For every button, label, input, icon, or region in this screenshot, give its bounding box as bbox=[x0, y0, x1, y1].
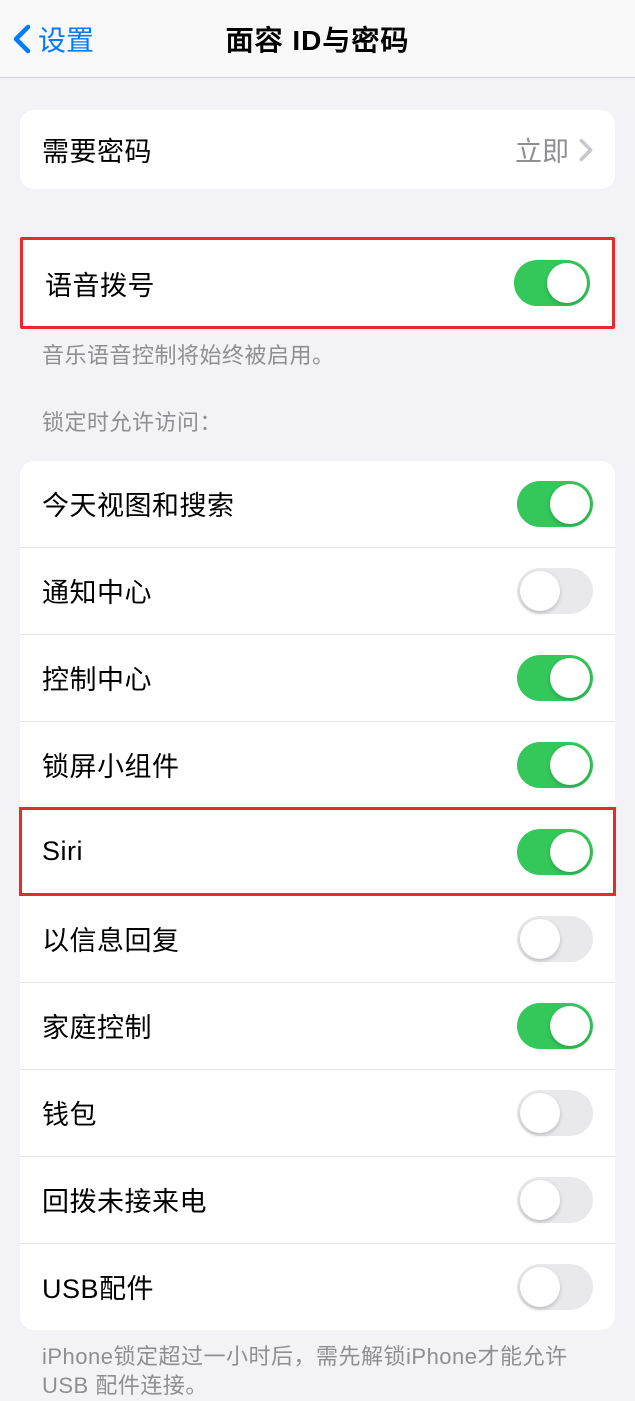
locked-access-label: 家庭控制 bbox=[42, 1006, 152, 1045]
locked-access-row: 钱包 bbox=[20, 1069, 615, 1156]
locked-access-label: 钱包 bbox=[42, 1093, 97, 1132]
require-passcode-label: 需要密码 bbox=[42, 130, 152, 169]
locked-access-footer: iPhone锁定超过一小时后，需先解锁iPhone才能允许USB 配件连接。 bbox=[20, 1330, 615, 1401]
locked-access-toggle[interactable] bbox=[517, 481, 593, 527]
voice-dial-toggle[interactable] bbox=[514, 260, 590, 306]
locked-access-section: 今天视图和搜索通知中心控制中心锁屏小组件 Siri 以信息回复家庭控制钱包回拨未接来… bbox=[20, 461, 615, 1330]
locked-access-label: 以信息回复 bbox=[42, 919, 180, 958]
locked-access-label: 今天视图和搜索 bbox=[42, 484, 235, 523]
toggle-knob bbox=[550, 832, 590, 872]
locked-access-label: 锁屏小组件 bbox=[42, 745, 180, 784]
locked-access-toggle[interactable] bbox=[517, 742, 593, 788]
toggle-knob bbox=[550, 745, 590, 785]
locked-access-row: 通知中心 bbox=[20, 547, 615, 634]
locked-access-row: Siri bbox=[20, 808, 615, 895]
voice-dial-section: 语音拨号 bbox=[20, 237, 615, 329]
locked-access-toggle[interactable] bbox=[517, 1264, 593, 1310]
locked-access-toggle[interactable] bbox=[517, 1003, 593, 1049]
locked-access-row: 控制中心 bbox=[20, 634, 615, 721]
toggle-knob bbox=[550, 658, 590, 698]
locked-access-label: 回拨未接来电 bbox=[42, 1180, 207, 1219]
locked-access-toggle[interactable] bbox=[517, 1090, 593, 1136]
require-passcode-value: 立即 bbox=[515, 130, 569, 169]
require-passcode-row[interactable]: 需要密码 立即 bbox=[20, 110, 615, 189]
locked-access-row: 以信息回复 bbox=[20, 895, 615, 982]
toggle-knob bbox=[547, 263, 587, 303]
page-title: 面容 ID与密码 bbox=[226, 19, 410, 59]
locked-access-label: Siri bbox=[42, 836, 83, 867]
locked-access-toggle[interactable] bbox=[517, 916, 593, 962]
toggle-knob bbox=[520, 1267, 560, 1307]
toggle-knob bbox=[550, 484, 590, 524]
voice-dial-footer: 音乐语音控制将始终被启用。 bbox=[20, 329, 615, 371]
locked-access-row: 回拨未接来电 bbox=[20, 1156, 615, 1243]
toggle-knob bbox=[520, 1180, 560, 1220]
toggle-knob bbox=[520, 1093, 560, 1133]
locked-access-header: 锁定时允许访问： bbox=[20, 405, 615, 445]
back-label: 设置 bbox=[38, 19, 94, 59]
locked-access-row: 锁屏小组件 bbox=[20, 721, 615, 808]
voice-dial-row: 语音拨号 bbox=[23, 240, 612, 326]
locked-access-label: USB配件 bbox=[42, 1267, 154, 1306]
locked-access-toggle[interactable] bbox=[517, 568, 593, 614]
back-button[interactable]: 设置 bbox=[12, 19, 94, 59]
locked-access-toggle[interactable] bbox=[517, 655, 593, 701]
toggle-knob bbox=[520, 919, 560, 959]
toggle-knob bbox=[550, 1006, 590, 1046]
chevron-right-icon bbox=[579, 138, 593, 162]
toggle-knob bbox=[520, 571, 560, 611]
locked-access-row: 家庭控制 bbox=[20, 982, 615, 1069]
locked-access-row: 今天视图和搜索 bbox=[20, 461, 615, 547]
locked-access-toggle[interactable] bbox=[517, 829, 593, 875]
locked-access-row: USB配件 bbox=[20, 1243, 615, 1330]
locked-access-label: 控制中心 bbox=[42, 658, 152, 697]
locked-access-toggle[interactable] bbox=[517, 1177, 593, 1223]
require-passcode-value-wrap: 立即 bbox=[515, 130, 593, 169]
voice-dial-label: 语音拨号 bbox=[45, 264, 155, 303]
chevron-left-icon bbox=[12, 24, 32, 54]
locked-access-label: 通知中心 bbox=[42, 571, 152, 610]
require-passcode-section: 需要密码 立即 bbox=[20, 110, 615, 189]
nav-header: 设置 面容 ID与密码 bbox=[0, 0, 635, 78]
